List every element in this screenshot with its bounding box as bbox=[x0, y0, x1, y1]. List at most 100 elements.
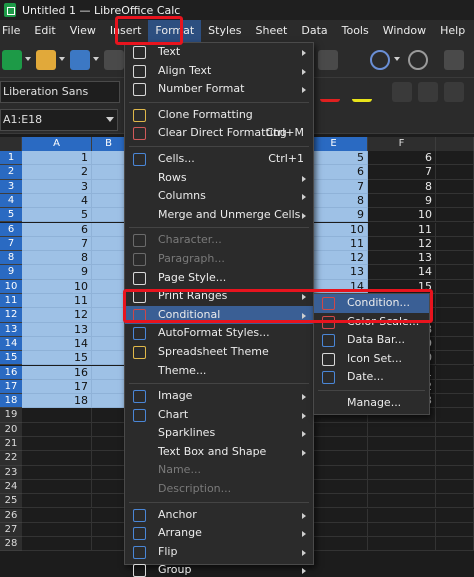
export-pdf-icon[interactable] bbox=[104, 50, 124, 70]
format-menu-item-image[interactable]: Image bbox=[125, 387, 313, 406]
format-menu-item-chart[interactable]: Chart bbox=[125, 406, 313, 425]
spelling-icon[interactable] bbox=[444, 50, 464, 70]
corner-header[interactable] bbox=[0, 137, 22, 151]
cell-a[interactable] bbox=[22, 422, 92, 437]
row-header[interactable]: 19 bbox=[0, 408, 22, 423]
row-header[interactable]: 4 bbox=[0, 193, 22, 209]
cell-b[interactable] bbox=[92, 437, 126, 452]
cell-f[interactable] bbox=[368, 508, 436, 523]
cell-f[interactable] bbox=[368, 451, 436, 466]
format-menu-item-text-box-and-shape[interactable]: Text Box and Shape bbox=[125, 443, 313, 462]
cell-g[interactable] bbox=[436, 351, 474, 366]
cell-g[interactable] bbox=[436, 451, 474, 466]
cell-g[interactable] bbox=[436, 479, 474, 495]
cell-f[interactable] bbox=[368, 494, 436, 509]
chevron-down-icon[interactable] bbox=[106, 117, 114, 122]
cell-b[interactable] bbox=[92, 479, 126, 495]
cell-g[interactable] bbox=[436, 379, 474, 395]
cell-a[interactable]: 11 bbox=[22, 294, 92, 309]
row-header[interactable]: 1 bbox=[0, 151, 22, 166]
undo-icon[interactable] bbox=[370, 50, 390, 70]
format-menu-item-flip[interactable]: Flip bbox=[125, 543, 313, 562]
menu-tools[interactable]: Tools bbox=[335, 20, 376, 42]
column-header-f[interactable]: F bbox=[368, 137, 436, 151]
cell-f[interactable]: 11 bbox=[368, 222, 436, 237]
row-header[interactable]: 3 bbox=[0, 179, 22, 194]
format-menu-item-arrange[interactable]: Arrange bbox=[125, 524, 313, 543]
new-dropdown-icon[interactable] bbox=[25, 57, 31, 61]
format-menu-item-text[interactable]: Text bbox=[125, 43, 313, 62]
cell-a[interactable]: 6 bbox=[22, 222, 92, 237]
cell-b[interactable] bbox=[92, 179, 126, 194]
cell-b[interactable] bbox=[92, 508, 126, 523]
cell-g[interactable] bbox=[436, 537, 474, 552]
cell-f[interactable]: 10 bbox=[368, 208, 436, 223]
row-header[interactable]: 6 bbox=[0, 222, 22, 237]
cell-b[interactable] bbox=[92, 294, 126, 309]
format-menu-item-number-format[interactable]: Number Format bbox=[125, 80, 313, 99]
cell-b[interactable] bbox=[92, 193, 126, 209]
cell-a[interactable]: 13 bbox=[22, 322, 92, 337]
cell-g[interactable] bbox=[436, 151, 474, 166]
cell-a[interactable] bbox=[22, 408, 92, 423]
cell-a[interactable]: 4 bbox=[22, 193, 92, 209]
row-header[interactable]: 21 bbox=[0, 437, 22, 452]
row-header[interactable]: 22 bbox=[0, 451, 22, 466]
row-header[interactable]: 11 bbox=[0, 294, 22, 309]
format-menu-item-page-style[interactable]: Page Style... bbox=[125, 269, 313, 288]
cell-g[interactable] bbox=[436, 322, 474, 337]
cell-a[interactable]: 1 bbox=[22, 151, 92, 166]
cell-b[interactable] bbox=[92, 165, 126, 180]
cell-b[interactable] bbox=[92, 522, 126, 538]
cell-g[interactable] bbox=[436, 394, 474, 409]
cell-f[interactable] bbox=[368, 422, 436, 437]
conditional-menu-item-data-bar[interactable]: Data Bar... bbox=[314, 331, 429, 350]
cell-f[interactable]: 7 bbox=[368, 165, 436, 180]
column-header-g[interactable] bbox=[436, 137, 474, 151]
format-menu-item-clear-direct-formatting[interactable]: Clear Direct Formatting Ctrl+M bbox=[125, 124, 313, 143]
cell-b[interactable] bbox=[92, 422, 126, 437]
cell-a[interactable] bbox=[22, 522, 92, 538]
row-header[interactable]: 9 bbox=[0, 265, 22, 280]
format-menu-item-columns[interactable]: Columns bbox=[125, 187, 313, 206]
cell-f[interactable]: 9 bbox=[368, 193, 436, 209]
save-dropdown-icon[interactable] bbox=[93, 57, 99, 61]
cell-g[interactable] bbox=[436, 336, 474, 352]
cell-b[interactable] bbox=[92, 537, 126, 552]
cell-g[interactable] bbox=[436, 251, 474, 266]
cell-f[interactable] bbox=[368, 437, 436, 452]
column-header-a[interactable]: A bbox=[22, 137, 92, 151]
row-header[interactable]: 8 bbox=[0, 251, 22, 266]
row-header[interactable]: 14 bbox=[0, 336, 22, 352]
row-header[interactable]: 2 bbox=[0, 165, 22, 180]
row-header[interactable]: 16 bbox=[0, 365, 22, 380]
cell-g[interactable] bbox=[436, 236, 474, 252]
align-left-icon[interactable] bbox=[392, 82, 412, 102]
menu-edit[interactable]: Edit bbox=[27, 20, 62, 42]
cell-b[interactable] bbox=[92, 365, 126, 380]
cell-b[interactable] bbox=[92, 236, 126, 252]
format-menu-item-anchor[interactable]: Anchor bbox=[125, 506, 313, 525]
cell-g[interactable] bbox=[436, 179, 474, 194]
font-color-icon[interactable] bbox=[320, 82, 340, 102]
cell-b[interactable] bbox=[92, 151, 126, 166]
cell-a[interactable]: 5 bbox=[22, 208, 92, 223]
new-spreadsheet-icon[interactable] bbox=[2, 50, 22, 70]
cell-b[interactable] bbox=[92, 494, 126, 509]
cell-a[interactable]: 16 bbox=[22, 365, 92, 380]
row-header[interactable]: 12 bbox=[0, 308, 22, 323]
conditional-menu-item-icon-set[interactable]: Icon Set... bbox=[314, 350, 429, 369]
format-menu-item-theme[interactable]: Theme... bbox=[125, 362, 313, 381]
row-header[interactable]: 23 bbox=[0, 465, 22, 480]
cell-g[interactable] bbox=[436, 165, 474, 180]
conditional-menu-item-date[interactable]: Date... bbox=[314, 368, 429, 387]
cell-g[interactable] bbox=[436, 222, 474, 237]
cell-g[interactable] bbox=[436, 465, 474, 480]
menu-sheet[interactable]: Sheet bbox=[249, 20, 295, 42]
format-menu-item-align-text[interactable]: Align Text bbox=[125, 62, 313, 81]
menu-view[interactable]: View bbox=[63, 20, 103, 42]
cell-f[interactable] bbox=[368, 522, 436, 538]
align-right-icon[interactable] bbox=[444, 82, 464, 102]
cell-b[interactable] bbox=[92, 265, 126, 280]
cell-f[interactable]: 14 bbox=[368, 265, 436, 280]
